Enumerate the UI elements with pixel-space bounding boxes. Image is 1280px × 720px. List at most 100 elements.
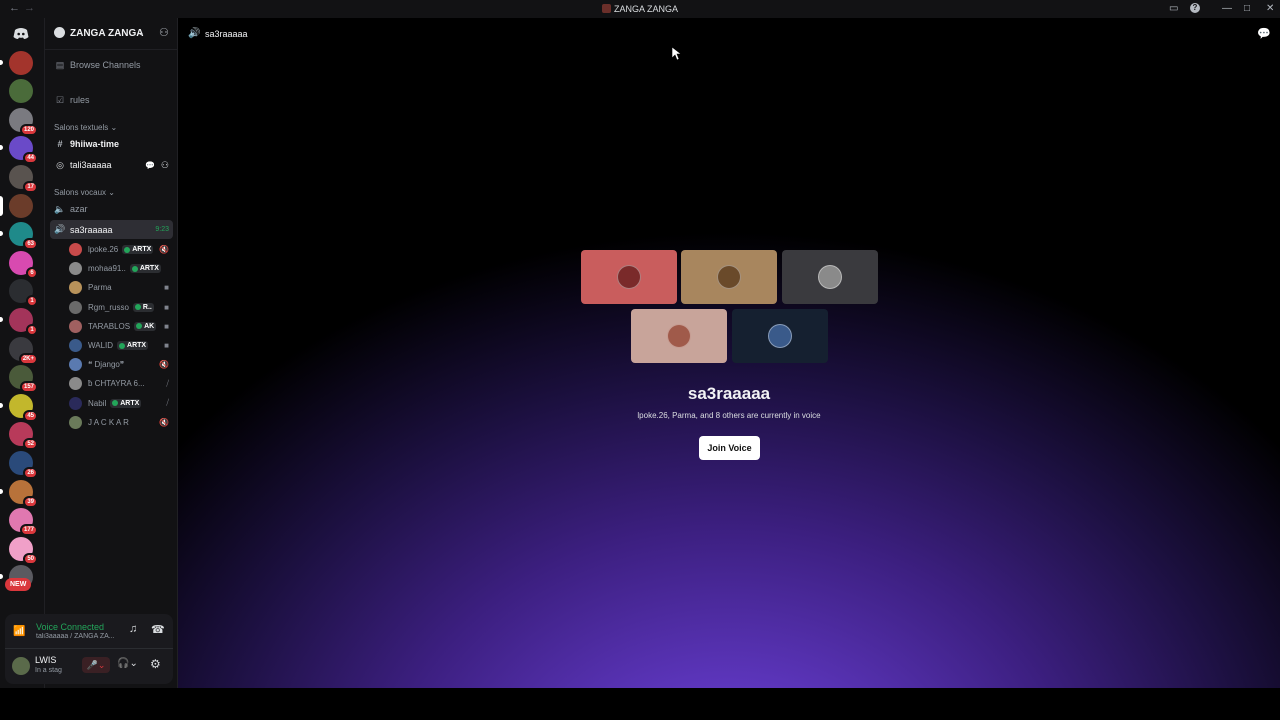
category-text[interactable]: Salons textuels ⌄ <box>54 123 117 132</box>
member-name: Rgm_russo <box>88 302 129 312</box>
avatar <box>818 265 842 289</box>
maximize-button[interactable]: □ <box>1244 3 1250 14</box>
mention-badge: 17 <box>23 181 38 193</box>
participant-tile[interactable] <box>581 250 677 304</box>
chevron-down-icon[interactable]: ⌄ <box>137 27 145 38</box>
browse-channels[interactable]: ▤ Browse Channels <box>50 56 173 74</box>
avatar <box>69 358 82 372</box>
server-icon[interactable] <box>9 79 33 104</box>
server-icon[interactable]: 1 <box>9 308 38 336</box>
divider <box>5 648 173 649</box>
window-title-text: ZANGA ZANGA <box>613 4 678 14</box>
channel-rules[interactable]: ☑ rules <box>50 91 173 109</box>
mute-icon[interactable]: 🎤⌄ <box>82 657 110 673</box>
voice-status[interactable]: Voice Connected <box>36 622 104 632</box>
settings-icon[interactable]: ⚙ <box>150 657 161 671</box>
voice-member[interactable]: mohaa91.. ARTX <box>69 260 173 277</box>
server-icon[interactable] <box>9 193 33 218</box>
voice-member[interactable]: lpoke.26 ARTX 🔇 <box>69 241 173 258</box>
voice-member[interactable]: ❝ Django❞ 🔇 <box>69 356 173 373</box>
category-voice[interactable]: Salons vocaux ⌄ <box>54 188 115 197</box>
mention-badge: 157 <box>19 381 38 394</box>
discord-home-icon[interactable] <box>9 22 33 46</box>
server-icon[interactable]: 2K+ <box>9 336 38 365</box>
help-icon[interactable]: ? <box>1190 3 1200 13</box>
voice-member[interactable]: TARABLOS AK ■ <box>69 318 173 335</box>
voice-member[interactable]: Nabil ARTX ⧸ <box>69 395 173 412</box>
server-icon[interactable]: 63 <box>9 222 38 251</box>
member-name: Parma <box>88 283 112 293</box>
channel-header: 🔊 sa3raaaaa 💬 <box>178 18 1280 50</box>
voice-member[interactable]: ƀ CHTAYRA 6... ⧸ <box>69 375 173 392</box>
avatar <box>69 262 82 276</box>
bottom-bar <box>0 688 1280 720</box>
participant-tile[interactable] <box>732 309 828 363</box>
channel-tali3aaaaa[interactable]: ◎ tali3aaaaa 💬 ⚇ <box>50 156 173 174</box>
invite-icon[interactable]: ⚇ <box>161 160 169 171</box>
join-voice-button[interactable]: Join Voice <box>699 436 760 460</box>
unread-indicator <box>0 317 3 322</box>
clan-tag: ARTX <box>117 341 149 350</box>
server-icon[interactable]: 17 <box>9 165 38 193</box>
server-icon[interactable]: 44 <box>9 136 38 165</box>
participant-tile[interactable] <box>782 250 878 304</box>
channel-label: azar <box>70 204 88 214</box>
avatar[interactable] <box>12 657 30 675</box>
avatar <box>667 324 691 348</box>
headphones-icon[interactable]: 🎧⌄ <box>117 658 138 669</box>
avatar <box>617 265 641 289</box>
participant-tile[interactable] <box>631 309 727 363</box>
mention-badge: 63 <box>23 238 38 251</box>
rules-label: rules <box>70 95 90 105</box>
channel-sa3raaaaa[interactable]: 🔊 sa3raaaaa 9:23 <box>50 220 173 239</box>
member-name: ƀ CHTAYRA 6... <box>88 379 145 389</box>
status-icon: ■ <box>164 302 169 312</box>
selected-indicator <box>0 195 3 216</box>
member-name: ❝ Django❞ <box>88 360 125 370</box>
voice-member[interactable]: Parma ■ <box>69 279 173 296</box>
server-icon[interactable]: 52 <box>9 422 38 451</box>
avatar <box>69 377 82 391</box>
voice-member[interactable]: Rgm_russo R.. ■ <box>69 299 173 316</box>
rules-icon: ☑ <box>55 94 65 105</box>
close-button[interactable]: ✕ <box>1266 3 1274 14</box>
channel-azar[interactable]: 🔈 azar <box>50 200 173 218</box>
signal-icon[interactable]: 📶 <box>13 626 25 637</box>
server-icon[interactable] <box>9 50 33 75</box>
chat-icon[interactable]: 💬 <box>145 161 155 170</box>
server-icon[interactable]: 6 <box>9 250 38 279</box>
mention-badge: 6 <box>26 266 38 279</box>
minimize-button[interactable]: — <box>1222 3 1232 14</box>
server-icon[interactable]: 177 <box>9 508 38 537</box>
server-icon[interactable]: 26 <box>9 451 38 479</box>
server-icon[interactable]: 45 <box>9 393 38 422</box>
mention-badge: 44 <box>23 152 38 165</box>
invite-people-icon[interactable]: ⚇ <box>159 26 169 39</box>
voice-location[interactable]: tali3aaaaa / ZANGA ZA... <box>36 633 115 640</box>
speaker-icon: 🔊 <box>54 224 66 234</box>
category-voice-label: Salons vocaux <box>54 188 107 197</box>
member-name: J A C K A R <box>88 417 129 427</box>
new-badge[interactable]: NEW <box>5 578 32 591</box>
voice-channel-title: sa3raaaaa <box>687 384 771 403</box>
user-status: In a stag <box>35 667 62 674</box>
browse-icon: ▤ <box>55 59 65 70</box>
mention-badge: 2K+ <box>18 352 38 365</box>
server-icon[interactable]: 50 <box>9 536 38 565</box>
channel-9hiiwa-time[interactable]: # 9hiiwa-time <box>50 135 173 153</box>
avatar <box>69 339 82 352</box>
server-icon[interactable]: 157 <box>9 365 38 394</box>
status-icon: ■ <box>164 321 169 331</box>
participant-tile[interactable] <box>681 250 777 304</box>
voice-member[interactable]: WALID ARTX ■ <box>69 337 173 354</box>
inbox-icon[interactable]: ▭ <box>1169 3 1178 14</box>
soundboard-icon[interactable]: ♫ <box>129 623 137 635</box>
clan-tag: AK <box>134 321 157 331</box>
voice-member[interactable]: J A C K A R 🔇 <box>69 414 173 431</box>
server-icon[interactable]: 120 <box>9 107 38 136</box>
server-icon[interactable]: 39 <box>9 479 38 508</box>
server-header[interactable]: ZANGA ZANGA ⌄ ⚇ <box>45 18 178 50</box>
server-icon[interactable]: 1 <box>9 279 38 308</box>
disconnect-icon[interactable]: ☎ <box>151 623 165 636</box>
chat-icon[interactable]: 💬 <box>1257 27 1271 40</box>
